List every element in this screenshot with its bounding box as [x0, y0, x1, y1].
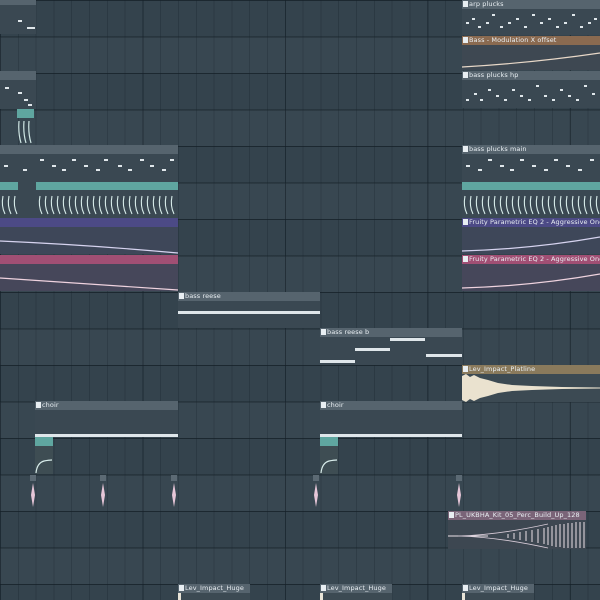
audio-clip-impact-huge[interactable]: Lev_Impact_Huge — [320, 584, 392, 600]
audio-clip[interactable] — [313, 475, 319, 510]
clip-label: PL_UKBHA_Kit_05_Perc_Build_Up_128 — [455, 511, 580, 519]
automation-clip[interactable] — [17, 109, 34, 146]
audio-clip-impact-platline[interactable]: Lev_Impact_Platline — [462, 365, 600, 402]
automation-icon — [463, 256, 468, 262]
pattern-icon — [179, 293, 184, 299]
automation-curve — [462, 52, 600, 68]
audio-icon — [321, 585, 326, 591]
track-row — [0, 329, 600, 366]
audio-clip[interactable] — [171, 475, 177, 510]
track-row — [0, 475, 600, 512]
audio-clip-impact-huge[interactable]: Lev_Impact_Huge — [178, 584, 250, 600]
pattern-clip-bass-reese[interactable]: bass reese — [178, 292, 320, 328]
pattern-clip-bass-plucks-main[interactable]: bass plucks main — [462, 145, 600, 218]
waveform — [172, 483, 176, 507]
automation-curves — [463, 195, 600, 215]
automation-curve — [462, 236, 600, 252]
automation-clip[interactable] — [35, 437, 53, 474]
automation-curve — [18, 120, 32, 144]
pattern-clip-bass-plucks-hp[interactable]: bass plucks hp — [462, 71, 600, 108]
automation-clip-bass-modulation[interactable]: Bass - Modulation X offset — [462, 36, 600, 70]
automation-curve — [0, 240, 178, 254]
pattern-clip-bass-plucks[interactable] — [0, 145, 178, 218]
clip-label: Lev_Impact_Huge — [327, 584, 386, 592]
pattern-clip-choir[interactable]: choir — [35, 401, 178, 437]
clip-label: arp plucks — [469, 0, 504, 8]
clip-label: Fruity Parametric EQ 2 - Aggressive One … — [469, 255, 600, 263]
audio-icon — [463, 366, 468, 372]
pattern-clip-arp-plucks[interactable]: arp plucks — [462, 0, 600, 35]
waveform — [31, 483, 35, 507]
audio-icon — [463, 585, 468, 591]
waveform — [314, 483, 318, 507]
clip-label: Fruity Parametric EQ 2 - Aggressive One … — [469, 218, 600, 226]
automation-curve — [0, 277, 178, 291]
track-row — [0, 110, 600, 147]
automation-icon — [463, 37, 468, 43]
waveform — [101, 483, 105, 507]
audio-clip[interactable] — [100, 475, 106, 510]
waveform — [457, 483, 461, 507]
pattern-clip[interactable] — [0, 0, 36, 34]
pattern-icon — [463, 146, 468, 152]
clip-label: Bass - Modulation X offset — [469, 36, 557, 44]
audio-icon — [449, 512, 454, 518]
clip-label: choir — [327, 401, 344, 409]
automation-curve — [35, 459, 53, 474]
automation-icon — [463, 219, 468, 225]
clip-label: bass reese — [185, 292, 221, 300]
pattern-icon — [321, 329, 326, 335]
audio-icon — [179, 585, 184, 591]
playlist-grid[interactable]: bass reese bass reese b choir choir Lev_… — [0, 0, 600, 600]
pattern-icon — [463, 72, 468, 78]
automation-clip[interactable] — [320, 437, 338, 474]
pattern-icon — [36, 402, 41, 408]
clip-label: bass plucks hp — [469, 71, 519, 79]
pattern-icon — [321, 402, 326, 408]
waveform — [462, 374, 600, 402]
automation-curves — [1, 195, 175, 215]
pattern-clip-bass-reese-b[interactable]: bass reese b — [320, 328, 462, 365]
pattern-icon — [463, 1, 468, 7]
audio-clip-perc-build[interactable]: PL_UKBHA_Kit_05_Perc_Build_Up_128 — [448, 511, 586, 549]
pattern-clip[interactable] — [0, 71, 36, 109]
audio-clip[interactable] — [30, 475, 36, 510]
clip-label: bass plucks main — [469, 145, 527, 153]
automation-curve — [462, 273, 600, 289]
waveform — [448, 521, 586, 549]
track-row — [0, 548, 600, 585]
audio-clip[interactable] — [456, 475, 462, 510]
clip-label: Lev_Impact_Huge — [185, 584, 244, 592]
clip-label: bass reese b — [327, 328, 370, 336]
automation-clip[interactable] — [0, 218, 178, 254]
automation-curve — [320, 459, 338, 474]
clip-label: Lev_Impact_Platline — [469, 365, 536, 373]
clip-label: Lev_Impact_Huge — [469, 584, 528, 592]
automation-clip[interactable] — [0, 255, 178, 291]
clip-label: choir — [42, 401, 59, 409]
pattern-clip-choir[interactable]: choir — [320, 401, 462, 437]
audio-clip-impact-huge[interactable]: Lev_Impact_Huge — [462, 584, 534, 600]
automation-clip-eq2[interactable]: Fruity Parametric EQ 2 - Aggressive One … — [462, 218, 600, 254]
automation-clip-eq2[interactable]: Fruity Parametric EQ 2 - Aggressive One … — [462, 255, 600, 291]
